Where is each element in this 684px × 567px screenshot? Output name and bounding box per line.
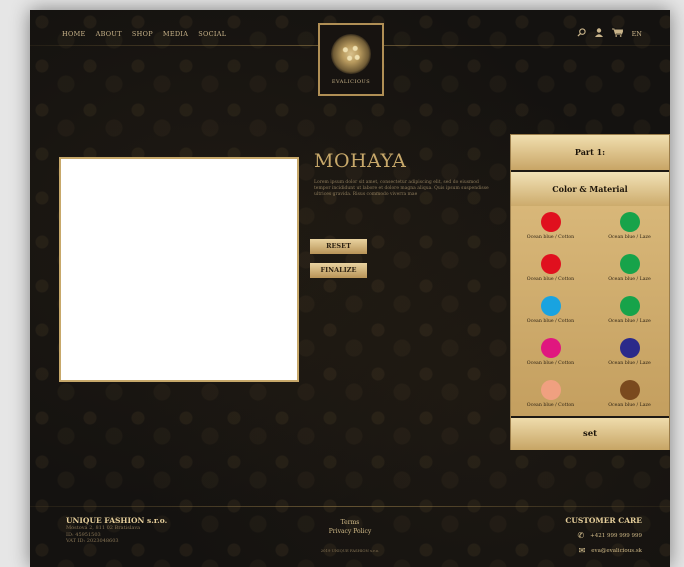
page-frame: HOME ABOUT SHOP MEDIA SOCIAL EVALICIOUS … [30, 10, 670, 567]
language-switch[interactable]: EN [632, 30, 642, 38]
footer-company-info: UNIQUE FASHION s.r.o. Mostová 2, 811 02 … [66, 516, 167, 545]
user-icon[interactable] [594, 28, 603, 39]
logo-text: EVALICIOUS [331, 79, 371, 85]
swatch-label: Ocean blue / Cotton [526, 403, 575, 408]
email-row[interactable]: ✉ eva@evalicious.sk [565, 546, 642, 555]
swatch-label: Ocean blue / Laze [608, 319, 651, 324]
copyright: 2019 UNIQUE FASHION s.r.o. [320, 548, 380, 553]
color-dot [540, 338, 561, 358]
logo[interactable]: EVALICIOUS [318, 23, 384, 96]
nav-media[interactable]: MEDIA [163, 30, 188, 38]
swatch-grid: Ocean blue / Cotton Ocean blue / Laze Oc… [511, 206, 669, 416]
swatch-item[interactable]: Ocean blue / Cotton [511, 254, 590, 296]
terms-link[interactable]: Terms [310, 518, 390, 527]
swatch-label: Ocean blue / Laze [608, 361, 651, 366]
panel-section-title[interactable]: Color & Material [511, 172, 669, 206]
design-canvas[interactable] [59, 157, 299, 382]
logo-emblem-icon [331, 34, 371, 74]
swatch-label: Ocean blue / Cotton [526, 319, 575, 324]
swatch-item[interactable]: Ocean blue / Laze [590, 338, 669, 380]
swatch-item[interactable]: Ocean blue / Cotton [511, 338, 590, 380]
set-button[interactable]: set [511, 418, 669, 450]
email-address: eva@evalicious.sk [591, 547, 642, 554]
panel-part-title: Part 1: [511, 135, 669, 170]
finalize-button[interactable]: FINALIZE [310, 263, 367, 278]
customization-panel: Part 1: Color & Material Ocean blue / Co… [510, 134, 670, 450]
nav-social[interactable]: SOCIAL [198, 30, 226, 38]
swatch-label: Ocean blue / Laze [608, 403, 651, 408]
swatch-label: Ocean blue / Cotton [526, 277, 575, 282]
privacy-link[interactable]: Privacy Policy [310, 527, 390, 536]
swatch-item[interactable]: Ocean blue / Cotton [511, 380, 590, 422]
nav-about[interactable]: ABOUT [96, 30, 122, 38]
product-title: MOHAYA [314, 150, 407, 172]
customer-care-title: CUSTOMER CARE [565, 516, 642, 525]
product-description: Lorem ipsum dolor sit amet, consectetur … [314, 180, 489, 197]
reset-button[interactable]: RESET [310, 239, 367, 254]
company-vat: VAT ID: 2023048603 [66, 538, 119, 544]
swatch-item[interactable]: Ocean blue / Laze [590, 254, 669, 296]
search-icon[interactable] [577, 28, 586, 39]
customer-care: CUSTOMER CARE ✆ +421 999 999 999 ✉ eva@e… [565, 516, 642, 555]
nav-home[interactable]: HOME [62, 30, 86, 38]
swatch-label: Ocean blue / Cotton [526, 361, 575, 366]
swatch-label: Ocean blue / Laze [608, 277, 651, 282]
main-nav: HOME ABOUT SHOP MEDIA SOCIAL [62, 30, 226, 38]
footer-links: Terms Privacy Policy 2019 UNIQUE FASHION… [310, 518, 390, 553]
phone-icon: ✆ [577, 531, 585, 540]
cart-icon[interactable] [611, 28, 624, 39]
color-dot [540, 212, 561, 232]
color-dot [619, 296, 640, 316]
phone-number: +421 999 999 999 [590, 532, 642, 539]
color-dot [540, 296, 561, 316]
color-dot [540, 254, 561, 274]
swatch-item[interactable]: Ocean blue / Laze [590, 296, 669, 338]
header-icons: EN [577, 28, 642, 39]
swatch-label: Ocean blue / Cotton [526, 235, 575, 240]
swatch-item[interactable]: Ocean blue / Cotton [511, 212, 590, 254]
color-dot [619, 212, 640, 232]
footer-divider [30, 506, 670, 507]
company-name: UNIQUE FASHION s.r.o. [66, 516, 168, 525]
color-dot [619, 380, 640, 400]
swatch-item[interactable]: Ocean blue / Laze [590, 212, 669, 254]
swatch-item[interactable]: Ocean blue / Laze [590, 380, 669, 422]
phone-row[interactable]: ✆ +421 999 999 999 [565, 531, 642, 540]
color-dot [619, 338, 640, 358]
nav-shop[interactable]: SHOP [132, 30, 153, 38]
color-dot [619, 254, 640, 274]
color-dot [540, 380, 561, 400]
swatch-item[interactable]: Ocean blue / Cotton [511, 296, 590, 338]
swatch-label: Ocean blue / Laze [608, 235, 651, 240]
mail-icon: ✉ [578, 546, 586, 555]
